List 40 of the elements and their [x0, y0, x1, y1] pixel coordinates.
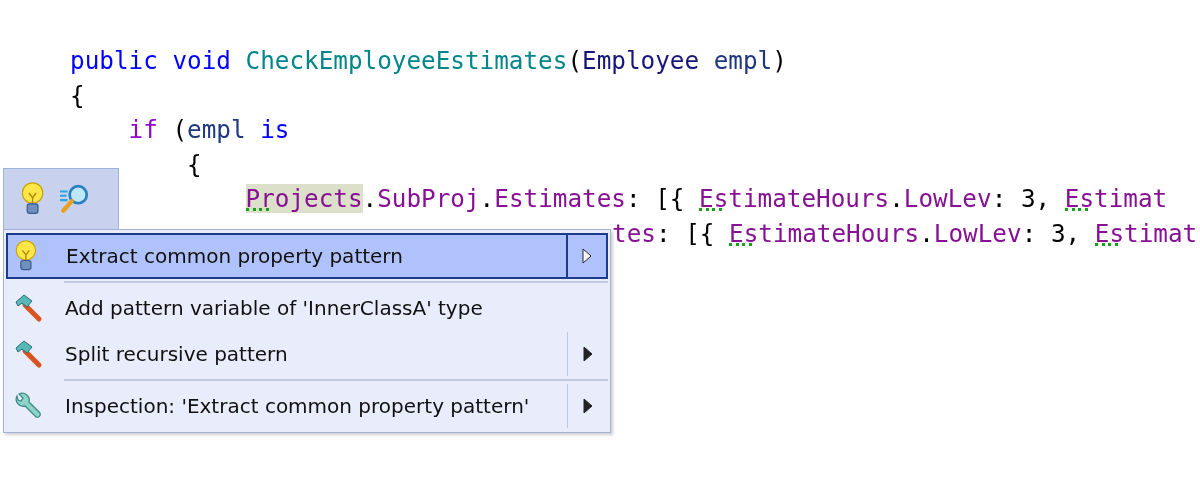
- code-token: : 3,: [991, 184, 1052, 213]
- code-token: ): [772, 46, 787, 75]
- lightbulb-icon: [14, 239, 38, 273]
- code-token: : 3,: [1021, 218, 1082, 248]
- code-token: (: [171, 115, 188, 144]
- code-token: SubProj: [377, 184, 480, 213]
- menu-item[interactable]: Inspection: 'Extract common property pattern': [6, 383, 608, 429]
- code-token: empl: [712, 46, 773, 75]
- code-token: void: [171, 46, 231, 75]
- code-token: : [{: [655, 218, 716, 248]
- code-token: LowLev: [933, 218, 1022, 248]
- hammer-icon: [13, 293, 43, 323]
- hammer-icon: [13, 339, 43, 369]
- menu-item[interactable]: Extract common property pattern: [6, 233, 608, 279]
- menu-item[interactable]: Add pattern variable of 'InnerClassA' type: [6, 285, 608, 331]
- code-token: .: [479, 184, 495, 213]
- code-token: public: [70, 46, 158, 75]
- code-token: .: [889, 184, 904, 213]
- code-token: EstimateHours: [729, 218, 920, 248]
- code-token: Estimat: [1064, 184, 1168, 213]
- code-token: Estimat: [1094, 218, 1198, 248]
- code-token: Projects: [245, 184, 363, 213]
- code-token: .: [919, 218, 934, 248]
- code-token: if: [128, 115, 158, 144]
- code-token: is: [259, 115, 290, 144]
- code-token: LowLev: [903, 184, 992, 213]
- code-token: tes: [612, 218, 656, 248]
- code-token: empl: [187, 115, 246, 144]
- code-token: Estimates: [494, 184, 626, 213]
- wrench-icon: [13, 391, 43, 421]
- code-token: : [{: [625, 184, 686, 213]
- code-token: .: [362, 184, 378, 213]
- lightbulb-icon: [20, 181, 46, 217]
- menu-item[interactable]: Split recursive pattern: [6, 331, 608, 377]
- code-token: {: [187, 149, 202, 179]
- code-token: (: [567, 46, 582, 75]
- code-token: CheckEmployeeEstimates: [244, 46, 568, 75]
- code-token: {: [70, 80, 85, 110]
- code-token: EstimateHours: [699, 184, 890, 213]
- code-token: Employee: [582, 46, 700, 75]
